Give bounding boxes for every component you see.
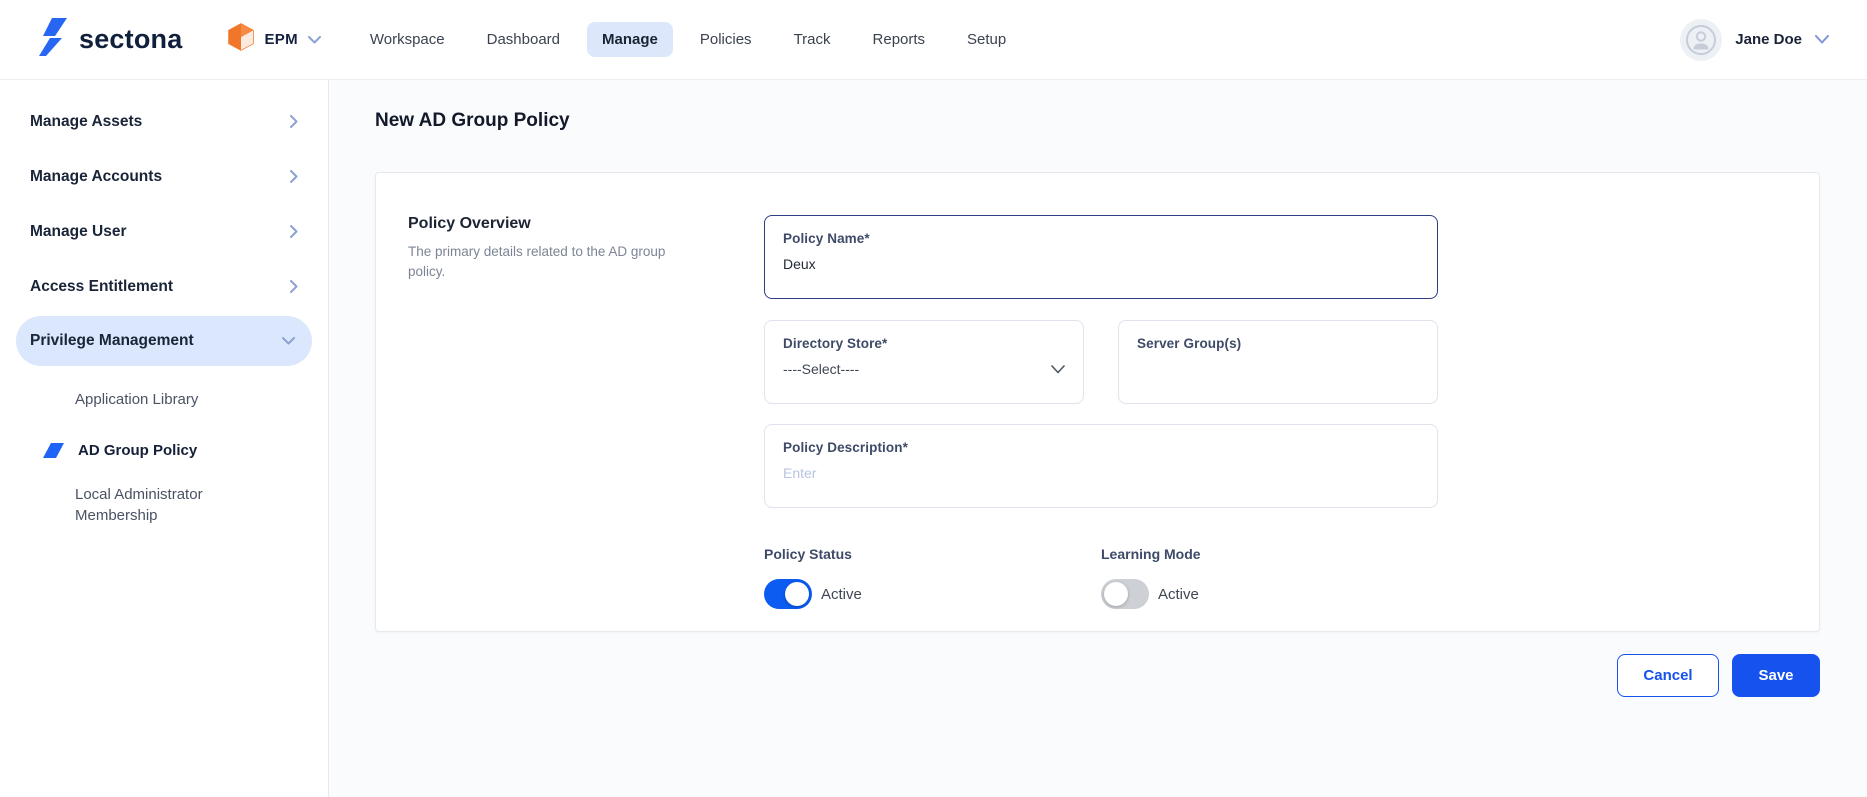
sidebar-subitem-label: Local Administrator Membership	[75, 484, 240, 526]
sidebar: Manage Assets Manage Accounts Manage Use…	[0, 80, 329, 797]
policy-status-group: Policy Status Active	[764, 546, 1101, 609]
directory-store-label: Directory Store*	[783, 336, 1065, 351]
section-title: Policy Overview	[408, 215, 764, 233]
learning-mode-label: Learning Mode	[1101, 546, 1438, 562]
chevron-right-icon	[290, 225, 298, 238]
sectona-bolt-icon	[38, 17, 68, 62]
sidebar-item-privilege-management[interactable]: Privilege Management	[16, 316, 312, 366]
nav-item-setup[interactable]: Setup	[952, 22, 1021, 57]
learning-mode-group: Learning Mode Active	[1101, 546, 1438, 609]
cancel-button[interactable]: Cancel	[1617, 654, 1719, 697]
policy-name-input[interactable]	[783, 256, 1419, 272]
sidebar-item-access-entitlement[interactable]: Access Entitlement	[0, 259, 328, 314]
sidebar-subitem-label: Application Library	[75, 391, 198, 408]
save-button[interactable]: Save	[1732, 654, 1820, 697]
chevron-right-icon	[290, 115, 298, 128]
avatar	[1680, 19, 1722, 61]
server-groups-label: Server Group(s)	[1137, 336, 1419, 351]
policy-name-label: Policy Name*	[783, 231, 1419, 246]
chevron-down-icon	[308, 36, 321, 44]
toggle-knob	[1104, 582, 1128, 606]
avatar-person-icon	[1686, 25, 1716, 55]
chevron-right-icon	[290, 280, 298, 293]
sidebar-item-manage-accounts[interactable]: Manage Accounts	[0, 149, 328, 204]
sectona-logo[interactable]: sectona	[38, 17, 182, 62]
sidebar-item-label: Manage User	[30, 223, 126, 241]
sidebar-item-label: Manage Assets	[30, 113, 142, 131]
sidebar-item-label: Privilege Management	[30, 332, 194, 350]
policy-form: Policy Name* Directory Store* ----Select…	[764, 201, 1438, 603]
sidebar-item-label: Access Entitlement	[30, 278, 173, 296]
chevron-down-icon	[1815, 35, 1829, 44]
policy-description-input[interactable]	[783, 465, 1419, 481]
toggle-knob	[785, 582, 809, 606]
nav-item-manage[interactable]: Manage	[587, 22, 673, 57]
toggle-row: Policy Status Active Learning Mode Activ…	[764, 546, 1438, 609]
nav-item-policies[interactable]: Policies	[685, 22, 767, 57]
form-actions: Cancel Save	[375, 654, 1820, 697]
chevron-down-icon	[1051, 365, 1065, 374]
policy-status-toggle[interactable]	[764, 579, 812, 609]
user-name: Jane Doe	[1735, 31, 1802, 48]
nav-item-reports[interactable]: Reports	[858, 22, 941, 57]
chevron-down-icon	[282, 337, 295, 345]
policy-status-state: Active	[821, 586, 862, 603]
policy-name-field[interactable]: Policy Name*	[764, 215, 1438, 299]
chevron-right-icon	[290, 170, 298, 183]
sidebar-subitem-local-administrator-membership[interactable]: Local Administrator Membership	[0, 478, 328, 526]
policy-status-label: Policy Status	[764, 546, 1101, 562]
cube-icon	[228, 23, 254, 56]
nav-item-track[interactable]: Track	[779, 22, 846, 57]
product-switcher[interactable]: EPM	[228, 23, 320, 56]
policy-description-field[interactable]: Policy Description*	[764, 424, 1438, 508]
top-navbar: sectona EPM Workspace Dashboard Manage P…	[0, 0, 1867, 80]
product-label: EPM	[264, 31, 297, 48]
server-groups-field[interactable]: Server Group(s)	[1118, 320, 1438, 404]
nav-item-dashboard[interactable]: Dashboard	[472, 22, 575, 57]
brand-name: sectona	[79, 24, 182, 55]
directory-store-select[interactable]: ----Select----	[783, 361, 1065, 377]
main-content: New AD Group Policy Policy Overview The …	[329, 80, 1867, 797]
policy-description-label: Policy Description*	[783, 440, 1419, 455]
sidebar-subitem-label: AD Group Policy	[78, 442, 197, 459]
sidebar-subitem-application-library[interactable]: Application Library	[0, 376, 328, 422]
user-menu[interactable]: Jane Doe	[1680, 19, 1829, 61]
section-description: The primary details related to the AD gr…	[408, 242, 700, 283]
learning-mode-state: Active	[1158, 586, 1199, 603]
sidebar-item-label: Manage Accounts	[30, 168, 162, 186]
sidebar-subitem-ad-group-policy[interactable]: AD Group Policy	[0, 422, 328, 478]
nav-item-workspace[interactable]: Workspace	[355, 22, 460, 57]
blue-flag-icon	[43, 443, 64, 458]
section-intro: Policy Overview The primary details rela…	[408, 201, 764, 603]
page-title: New AD Group Policy	[375, 110, 1820, 132]
directory-store-value: ----Select----	[783, 361, 859, 377]
directory-store-field[interactable]: Directory Store* ----Select----	[764, 320, 1084, 404]
policy-overview-card: Policy Overview The primary details rela…	[375, 172, 1820, 632]
sidebar-item-manage-user[interactable]: Manage User	[0, 204, 328, 259]
learning-mode-toggle[interactable]	[1101, 579, 1149, 609]
sidebar-item-manage-assets[interactable]: Manage Assets	[0, 94, 328, 149]
main-nav: Workspace Dashboard Manage Policies Trac…	[355, 22, 1021, 57]
